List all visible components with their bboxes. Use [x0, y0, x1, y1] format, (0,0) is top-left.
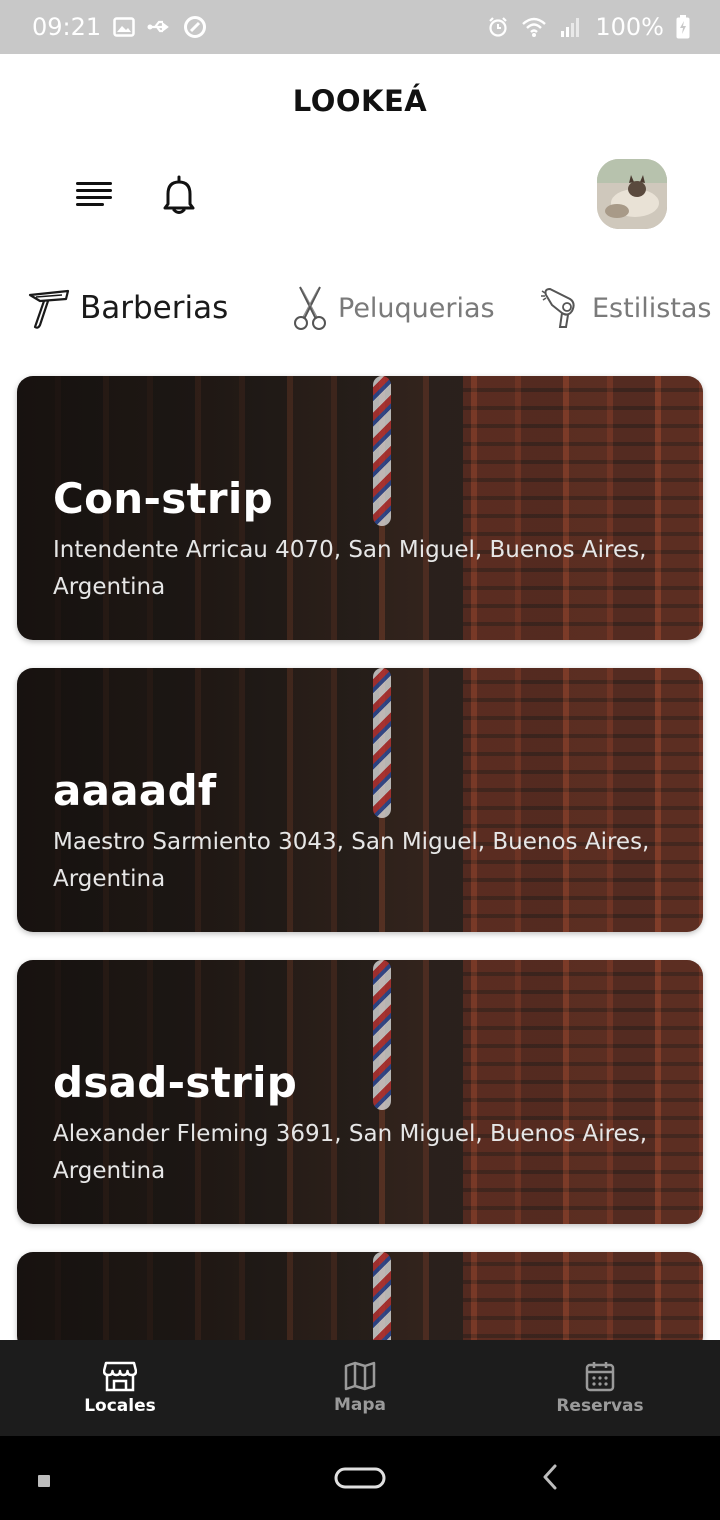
status-time: 09:21	[32, 13, 102, 41]
tab-barberias[interactable]: Barberias	[26, 280, 228, 336]
shop-address: Maestro Sarmiento 3043, San Miguel, Buen…	[53, 829, 650, 892]
recents-button[interactable]	[38, 1472, 50, 1491]
shop-address: Intendente Arricau 4070, San Miguel, Bue…	[53, 537, 647, 600]
barber-pole-graphic	[373, 1252, 391, 1352]
shop-name: aaaadf	[53, 766, 217, 815]
razor-icon	[28, 289, 70, 329]
avatar-photo	[597, 159, 667, 229]
barber-pole-graphic	[373, 960, 391, 1110]
shop-name: dsad-strip	[53, 1058, 298, 1107]
hair-dryer-icon	[541, 287, 575, 328]
map-icon	[344, 1361, 376, 1391]
store-icon	[103, 1361, 137, 1392]
shop-card[interactable]: aaaadf Maestro Sarmiento 3043, San Migue…	[17, 668, 703, 932]
nav-locales[interactable]: Locales	[0, 1340, 240, 1436]
wifi-icon	[521, 16, 547, 38]
calendar-icon	[585, 1362, 615, 1392]
barber-pole-graphic	[373, 668, 391, 818]
bell-icon	[163, 175, 195, 214]
nav-label-reservas: Reservas	[556, 1396, 644, 1416]
home-pill-icon	[334, 1467, 386, 1489]
notifications-button[interactable]	[160, 174, 198, 216]
status-right: 100%	[487, 13, 690, 41]
nav-label-locales: Locales	[84, 1396, 156, 1416]
back-icon	[543, 1464, 557, 1490]
tab-label-estilistas: Estilistas	[592, 292, 712, 324]
nav-mapa[interactable]: Mapa	[240, 1340, 480, 1436]
signal-icon	[559, 16, 583, 38]
category-tabs: Barberias Peluquerias Estilistas	[0, 280, 720, 340]
system-navigation-bar	[0, 1436, 720, 1520]
alarm-icon	[487, 16, 509, 38]
shop-card-partial[interactable]	[17, 1252, 703, 1352]
user-avatar[interactable]	[597, 159, 667, 229]
home-button[interactable]	[334, 1466, 386, 1494]
usb-icon	[147, 17, 171, 37]
menu-icon	[76, 182, 112, 206]
shop-address: Alexander Fleming 3691, San Miguel, Buen…	[53, 1121, 648, 1184]
image-notification-icon	[113, 17, 135, 37]
app-title: LOOKEÁ	[292, 84, 428, 118]
tab-estilistas[interactable]: Estilistas	[540, 280, 711, 336]
nav-reservas[interactable]: Reservas	[480, 1340, 720, 1436]
sync-icon	[183, 15, 207, 39]
tab-label-peluquerias: Peluquerias	[338, 292, 495, 324]
status-left: 09:21	[32, 13, 207, 41]
shop-list: Con-strip Intendente Arricau 4070, San M…	[17, 376, 703, 1352]
battery-percentage: 100%	[595, 13, 664, 41]
shop-card[interactable]: dsad-strip Alexander Fleming 3691, San M…	[17, 960, 703, 1224]
tab-peluquerias[interactable]: Peluquerias	[290, 280, 495, 336]
tab-label-barberias: Barberias	[80, 290, 229, 326]
bottom-navigation: Locales Mapa Reservas	[0, 1340, 720, 1436]
status-bar: 09:21 100%	[0, 0, 720, 54]
scissors-icon	[294, 286, 326, 330]
recents-icon	[38, 1475, 50, 1487]
barber-pole-graphic	[373, 376, 391, 526]
shop-card[interactable]: Con-strip Intendente Arricau 4070, San M…	[17, 376, 703, 640]
nav-label-mapa: Mapa	[333, 1395, 387, 1415]
menu-button[interactable]	[74, 176, 114, 212]
back-button[interactable]	[540, 1464, 560, 1494]
battery-icon	[676, 15, 690, 39]
shop-name: Con-strip	[53, 474, 273, 523]
